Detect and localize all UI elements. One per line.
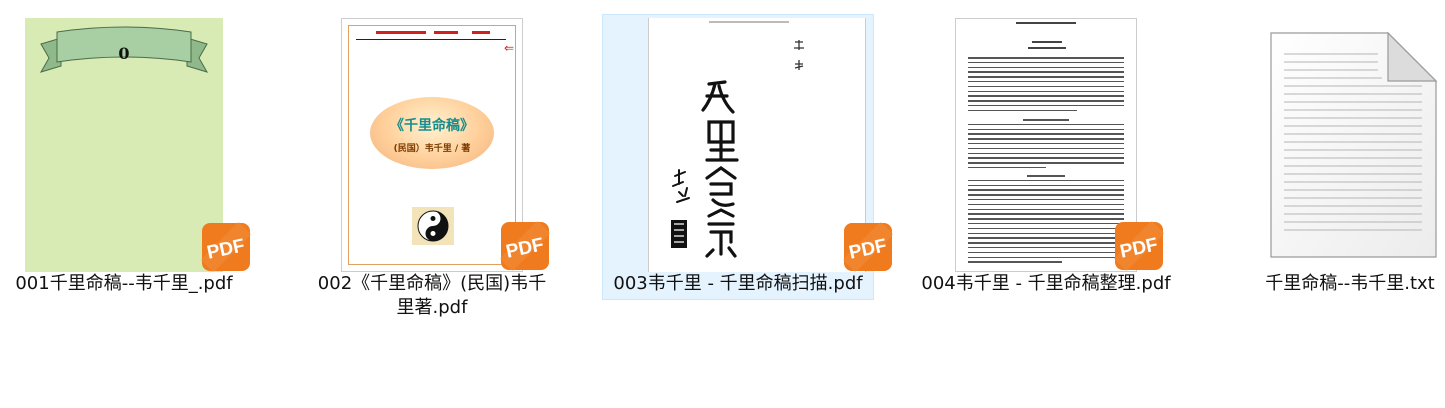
cover-subtitle: (民国）韦千里 / 著: [393, 144, 471, 154]
pdf-badge-icon: PDF: [1114, 221, 1164, 271]
cover-banner: 0: [39, 26, 209, 74]
txt-file-icon[interactable]: [1270, 31, 1438, 258]
file-thumbnail[interactable]: 0 PDF: [25, 18, 251, 272]
file-item-002[interactable]: ⇐ 《千里命稿》 (民国）韦千里 / 著 PDF 002《千里命稿》(民国)韦千…: [294, 0, 570, 318]
file-thumbnail[interactable]: PDF: [648, 18, 893, 272]
file-name-label[interactable]: 003韦千里 - 千里命稿扫描.pdf: [600, 272, 876, 296]
cover-title: 《千里命稿》: [390, 118, 474, 134]
pdf-badge-icon: PDF: [201, 222, 251, 272]
file-item-001[interactable]: 0 PDF 001千里命稿--韦千里_.pdf: [0, 0, 262, 300]
yin-yang-icon: [412, 207, 454, 245]
file-name-label[interactable]: 001千里命稿--韦千里_.pdf: [0, 272, 262, 296]
file-thumbnail[interactable]: ⇐ 《千里命稿》 (民国）韦千里 / 著 PDF: [341, 18, 550, 272]
cover-title-oval: 《千里命稿》 (民国）韦千里 / 著: [370, 97, 494, 169]
pdf-badge-icon: PDF: [500, 221, 550, 271]
file-item-txt[interactable]: 千里命稿--韦千里.txt: [1216, 0, 1445, 300]
file-thumbnail[interactable]: PDF: [955, 18, 1164, 272]
file-item-004[interactable]: PDF 004韦千里 - 千里命稿整理.pdf: [908, 0, 1184, 300]
banner-text: 0: [118, 44, 130, 63]
file-name-label[interactable]: 004韦千里 - 千里命稿整理.pdf: [908, 272, 1184, 296]
file-name-label[interactable]: 千里命稿--韦千里.txt: [1212, 272, 1445, 296]
cover-header: [356, 31, 506, 40]
pdf-badge-icon: PDF: [843, 222, 893, 272]
file-name-label[interactable]: 002《千里命稿》(民国)韦千里著.pdf: [294, 272, 570, 320]
arrow-icon: ⇐: [503, 41, 514, 55]
scanned-calligraphy-page: [671, 21, 804, 258]
file-item-003[interactable]: PDF 003韦千里 - 千里命稿扫描.pdf: [600, 0, 893, 300]
